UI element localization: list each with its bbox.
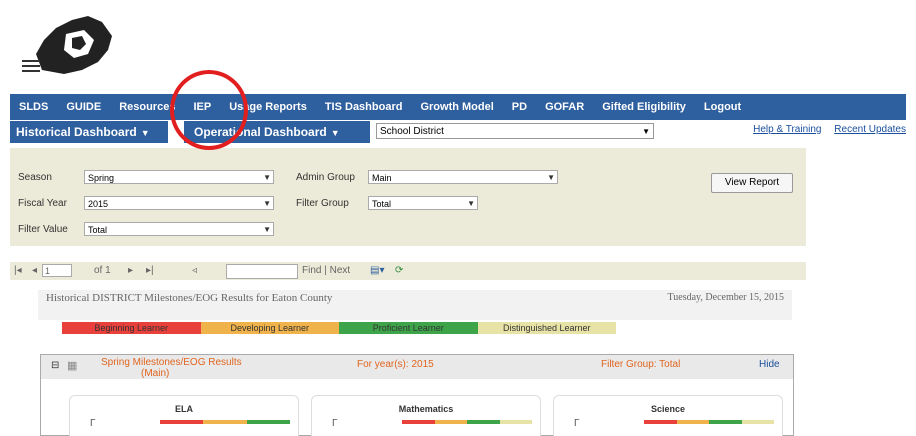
highlight-circle — [170, 70, 248, 150]
top-navigation-bar: SLDS GUIDE Resources IEP Usage Reports T… — [10, 94, 906, 120]
nav-tis-dashboard[interactable]: TIS Dashboard — [325, 101, 403, 113]
sub-navigation-bar: Historical Dashboard ▼ Operational Dashbo… — [10, 121, 906, 143]
previous-page-icon[interactable]: ◂ — [32, 265, 37, 276]
view-report-button[interactable]: View Report — [711, 173, 793, 193]
filter-value-select[interactable]: Total ▼ — [84, 222, 274, 236]
nav-growth-model[interactable]: Growth Model — [420, 101, 493, 113]
report-parameters-panel: Season Spring ▼ Fiscal Year 2015 ▼ Filter … — [10, 148, 806, 246]
page-of-label: of 1 — [94, 265, 111, 276]
nav-pd[interactable]: PD — [512, 101, 527, 113]
school-select-value: School District — [380, 126, 444, 137]
back-icon[interactable]: ◃ — [192, 265, 197, 276]
dropdown-arrow-icon: ▼ — [642, 127, 650, 136]
subject-bar — [402, 420, 532, 424]
chart-icon: ▦ — [67, 360, 78, 372]
first-page-icon[interactable]: |◂ — [14, 265, 22, 276]
page-number-input[interactable]: 1 — [42, 264, 72, 277]
panel-title-sub: (Main) — [141, 368, 170, 379]
recent-updates-link[interactable]: Recent Updates — [834, 124, 906, 135]
subject-card-science: Science Γ — [553, 395, 783, 436]
panel-filter-label: Filter Group: Total — [601, 359, 681, 370]
admin-group-label: Admin Group — [296, 172, 355, 183]
season-select[interactable]: Spring ▼ — [84, 170, 274, 184]
subject-card-ela: ELA Γ — [69, 395, 299, 436]
help-training-link[interactable]: Help & Training — [753, 124, 821, 135]
subject-card-mathematics: Mathematics Γ — [311, 395, 541, 436]
admin-group-value: Main — [372, 173, 392, 183]
axis-bracket: Γ — [332, 418, 338, 429]
filter-value-value: Total — [88, 225, 108, 235]
season-label: Season — [18, 172, 52, 183]
refresh-icon[interactable]: ⟳ — [395, 265, 403, 276]
dropdown-arrow-icon: ▼ — [263, 173, 271, 182]
export-icon[interactable]: ▤▾ — [370, 265, 384, 276]
subject-title: ELA — [175, 404, 193, 414]
collapse-icon[interactable]: ⊟ — [51, 360, 59, 371]
subject-bar — [644, 420, 774, 424]
dropdown-arrow-icon: ▼ — [263, 225, 271, 234]
report-header: Historical DISTRICT Milestones/EOG Resul… — [38, 290, 792, 320]
nav-gifted-eligibility[interactable]: Gifted Eligibility — [602, 101, 686, 113]
dropdown-arrow-icon: ▼ — [467, 199, 475, 208]
filter-group-label: Filter Group — [296, 198, 349, 209]
panel-title: Spring Milestones/EOG Results — [101, 357, 242, 368]
historical-dashboard-menu[interactable]: Historical Dashboard ▼ — [10, 121, 168, 143]
legend-distinguished: Distinguished Learner — [477, 322, 616, 334]
filter-value-label: Filter Value — [18, 224, 68, 235]
dropdown-arrow-icon: ▼ — [547, 173, 555, 182]
panel-year-label: For year(s): 2015 — [357, 359, 434, 370]
chevron-down-icon: ▼ — [140, 128, 150, 138]
filter-group-value: Total — [372, 199, 392, 209]
legend-proficient: Proficient Learner — [339, 322, 478, 334]
header-links: Help & Training Recent Updates — [743, 124, 906, 135]
nav-resources[interactable]: Resources — [119, 101, 175, 113]
nav-gofar[interactable]: GOFAR — [545, 101, 584, 113]
axis-bracket: Γ — [90, 418, 96, 429]
find-next-link[interactable]: Find | Next — [302, 265, 350, 276]
historical-dashboard-label: Historical Dashboard — [16, 125, 137, 139]
school-select[interactable]: School District ▼ — [376, 123, 654, 139]
school-logo-icon — [22, 16, 112, 74]
filter-group-select[interactable]: Total ▼ — [368, 196, 478, 210]
report-title: Historical DISTRICT Milestones/EOG Resul… — [46, 292, 333, 304]
hide-link[interactable]: Hide — [759, 359, 780, 370]
legend-developing: Developing Learner — [200, 322, 339, 334]
fiscal-year-value: 2015 — [88, 199, 109, 209]
fiscal-year-label: Fiscal Year — [18, 198, 67, 209]
next-page-icon[interactable]: ▸ — [128, 265, 133, 276]
subject-title: Mathematics — [398, 404, 454, 414]
season-value: Spring — [88, 173, 115, 183]
admin-group-select[interactable]: Main ▼ — [368, 170, 558, 184]
report-toolbar: |◂ ◂ 1 of 1 ▸ ▸| ◃ Find | Next ▤▾ ⟳ — [10, 262, 806, 280]
find-text-input[interactable] — [226, 264, 298, 279]
results-panel: ⊟ ▦ Spring Milestones/EOG Results (Main)… — [40, 354, 794, 436]
fiscal-year-select[interactable]: 2015 ▼ — [84, 196, 274, 210]
nav-logout[interactable]: Logout — [704, 101, 741, 113]
nav-guide[interactable]: GUIDE — [66, 101, 101, 113]
report-date: Tuesday, December 15, 2015 — [667, 292, 784, 303]
axis-bracket: Γ — [574, 418, 580, 429]
subject-title: Science — [650, 404, 686, 414]
nav-slds[interactable]: SLDS — [19, 101, 48, 113]
results-panel-header: ⊟ ▦ Spring Milestones/EOG Results (Main)… — [41, 355, 793, 379]
last-page-icon[interactable]: ▸| — [146, 265, 154, 276]
legend-beginning: Beginning Learner — [62, 322, 201, 334]
dropdown-arrow-icon: ▼ — [263, 199, 271, 208]
performance-legend: Beginning Learner Developing Learner Pro… — [62, 322, 616, 334]
chevron-down-icon: ▼ — [330, 128, 340, 138]
subject-bar — [160, 420, 290, 424]
